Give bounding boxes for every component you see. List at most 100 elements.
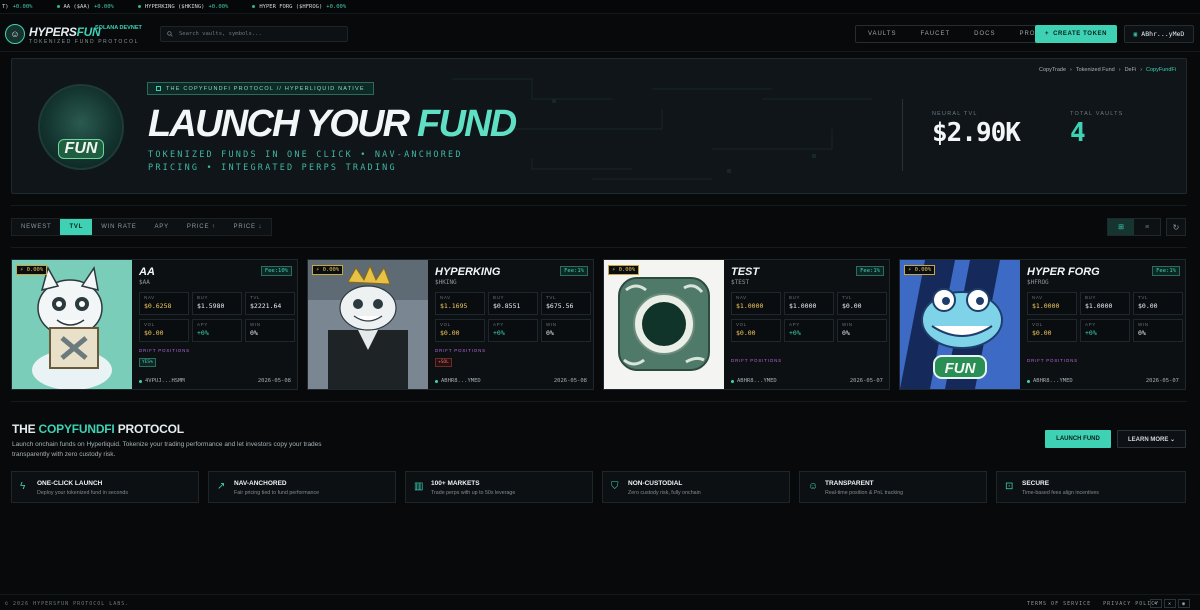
list-view-icon[interactable]: ≡ [1134,219,1160,235]
ticker-item[interactable]: T) +0.00% [2,4,33,10]
owner-address[interactable]: ABHR8...YMED [737,378,777,384]
vault-name: AA [139,266,155,278]
vol-cell: VOL $0.00 [1027,319,1077,342]
nav-docs[interactable]: DOCS [962,26,1007,42]
feature-non-custodial: ⛉ NON-CUSTODIAL Zero custody risk, fully o… [602,471,790,503]
buy-cell: BUY $1.0000 [1080,292,1130,315]
status-dot-icon [731,379,734,383]
create-token-label: CREATE TOKEN [1053,31,1108,37]
launch-fund-button[interactable]: LAUNCH FUND [1045,430,1111,448]
search-input[interactable] [179,31,339,37]
wallet-address: ABhr...yMeD [1141,30,1185,38]
telegram-icon[interactable]: ➤ [1150,599,1162,608]
ticker-item[interactable]: HYPER FORG ($HFROG) +0.00% [252,4,346,10]
created-date: 2026-05-07 [1145,378,1179,384]
stat-vaults-value: 4 [1070,118,1086,148]
stat-tvl-value: $2.90K [932,118,1021,148]
vol-cell: VOL $0.00 [139,319,189,342]
vault-symbol: $HKING [435,279,457,286]
cat-logo-icon[interactable]: ☺ [5,24,25,44]
filter-apy[interactable]: APY [146,219,178,235]
filter-win-rate[interactable]: WIN RATE [92,219,145,235]
feature-nav-anchored: ↗ NAV-ANCHORED Fair pricing tied to fund p… [208,471,396,503]
refresh-icon[interactable]: ↻ [1166,218,1186,236]
feature-secure: ⊡ SECURE Time-based fees align incentives [996,471,1186,503]
stat-vaults-label: TOTAL VAULTS [1070,111,1124,117]
drift-label: DRIFT POSITIONS [1027,358,1078,363]
create-token-button[interactable]: + CREATE TOKEN [1035,25,1117,43]
vault-card[interactable]: ⚡ 0.00% HYPERKING $HKING Fee:1% NAV $1.16… [307,259,594,390]
fee-badge: Fee:10% [260,266,292,276]
drift-label: DRIFT POSITIONS [139,348,190,353]
brand-name[interactable]: HYPERSFUN [29,25,101,39]
filter-price-down[interactable]: PRICE ↓ [225,219,272,235]
win-cell: WIN 0% [245,319,295,342]
page-footer: © 2026 HYPERSFUN PROTOCOL LABS. TERMS OF… [0,594,1200,610]
vault-symbol: $HFROG [1027,279,1049,286]
ticker-item[interactable]: AA ($AA) +0.00% [56,4,114,10]
vault-card[interactable]: ⚡ 0.00% AA $AA Fee:10% NAV $0.6258 BUY $1.… [11,259,298,390]
terms-link[interactable]: TERMS OF SERVICE [1027,601,1091,607]
section-divider [11,205,1187,206]
created-date: 2026-05-08 [257,378,291,384]
hero-title: LAUNCH YOUR FUND [148,103,517,146]
learn-more-button[interactable]: LEARN MORE ⌄ [1117,430,1186,448]
github-icon[interactable]: ◉ [1178,599,1190,608]
section-divider [11,401,1187,402]
vault-image-cat [12,260,132,389]
vault-name: HYPERKING [435,266,501,278]
filter-newest[interactable]: NEWEST [12,219,60,235]
change-badge: ⚡ 0.00% [312,265,344,275]
apy-cell: APY +0% [488,319,538,342]
hero-mascot-avatar: FUN [38,84,124,170]
change-badge: ⚡ 0.00% [608,265,640,275]
buy-cell: BUY $1.5980 [192,292,242,315]
bars-icon: ▥ [414,481,424,492]
owner-address[interactable]: 4VPUJ...HSMM [145,378,185,384]
vault-card[interactable]: ⚡ 0.00% TEST $TEST Fee:1% NAV $1.0000 BUY… [603,259,890,390]
nav-cell: NAV $1.0000 [1027,292,1077,315]
status-dot-icon [252,5,256,8]
status-dot-icon [435,379,438,383]
feature-markets: ▥ 100+ MARKETS Trade perps with up to 50x … [405,471,593,503]
hero-subtitle: TOKENIZED FUNDS IN ONE CLICK • NAV-ANCHO… [148,150,463,173]
breadcrumb-item[interactable]: CopyTrade [1039,67,1066,73]
owner-address[interactable]: ABHR8...YMED [441,378,481,384]
hero-title-main: LAUNCH YOUR [148,103,418,145]
filter-tvl[interactable]: TVL [60,219,93,235]
nav-cell: NAV $0.6258 [139,292,189,315]
created-date: 2026-05-08 [553,378,587,384]
breadcrumb-item[interactable]: DeFi [1125,67,1137,73]
owner-address[interactable]: ABHR8...YMED [1033,378,1073,384]
ticker-item[interactable]: HYPERKING ($HKING) +0.00% [137,4,228,10]
vault-card[interactable]: FUN ⚡ 0.00% HYPER FORG $HFROG Fee:1% NAV… [899,259,1186,390]
top-header: ☺ HYPERSFUN SOLANA DEVNET TOKENIZED FUND… [0,14,1200,52]
breadcrumb-item[interactable]: Tokenized Fund [1076,67,1115,73]
shield-icon: ⛉ [611,481,619,492]
win-cell: WIN 0% [837,319,887,342]
filter-price-up[interactable]: PRICE ↑ [178,219,225,235]
hero-banner: FUN THE COPYFUNDFI PROTOCOL // HYPERLIQU… [11,58,1187,194]
vault-image-king-cat [308,260,428,389]
grid-view-icon[interactable]: ⊞ [1108,219,1134,235]
buy-cell: BUY $1.0000 [784,292,834,315]
nav-faucet[interactable]: FAUCET [908,26,962,42]
nav-vaults[interactable]: VAULTS [856,26,908,42]
section-divider [11,247,1187,248]
x-icon[interactable]: ✕ [1164,599,1176,608]
feature-one-click-launch: ϟ ONE-CLICK LAUNCH Deploy your tokenized f… [11,471,199,503]
wallet-button[interactable]: ▣ ABhr...yMeD [1124,25,1194,43]
apy-cell: APY +0% [784,319,834,342]
status-dot-icon [139,379,142,383]
search-box[interactable] [160,26,348,42]
feature-transparent: ☺ TRANSPARENT Real-time position & PnL tra… [799,471,987,503]
brand-tagline: TOKENIZED FUND PROTOCOL [29,39,139,45]
svg-text:FUN: FUN [945,360,977,377]
tvl-cell: TVL $0.00 [837,292,887,315]
breadcrumb-item-active[interactable]: CopyFundFi [1146,67,1176,73]
apy-cell: APY +0% [1080,319,1130,342]
sort-filters: NEWEST TVL WIN RATE APY PRICE ↑ PRICE ↓ [11,218,273,236]
price-ticker: T) +0.00% AA ($AA) +0.00% HYPERKING ($HKIN… [0,0,1200,14]
change-badge: ⚡ 0.00% [904,265,936,275]
ticker-symbol: T) [2,3,9,10]
